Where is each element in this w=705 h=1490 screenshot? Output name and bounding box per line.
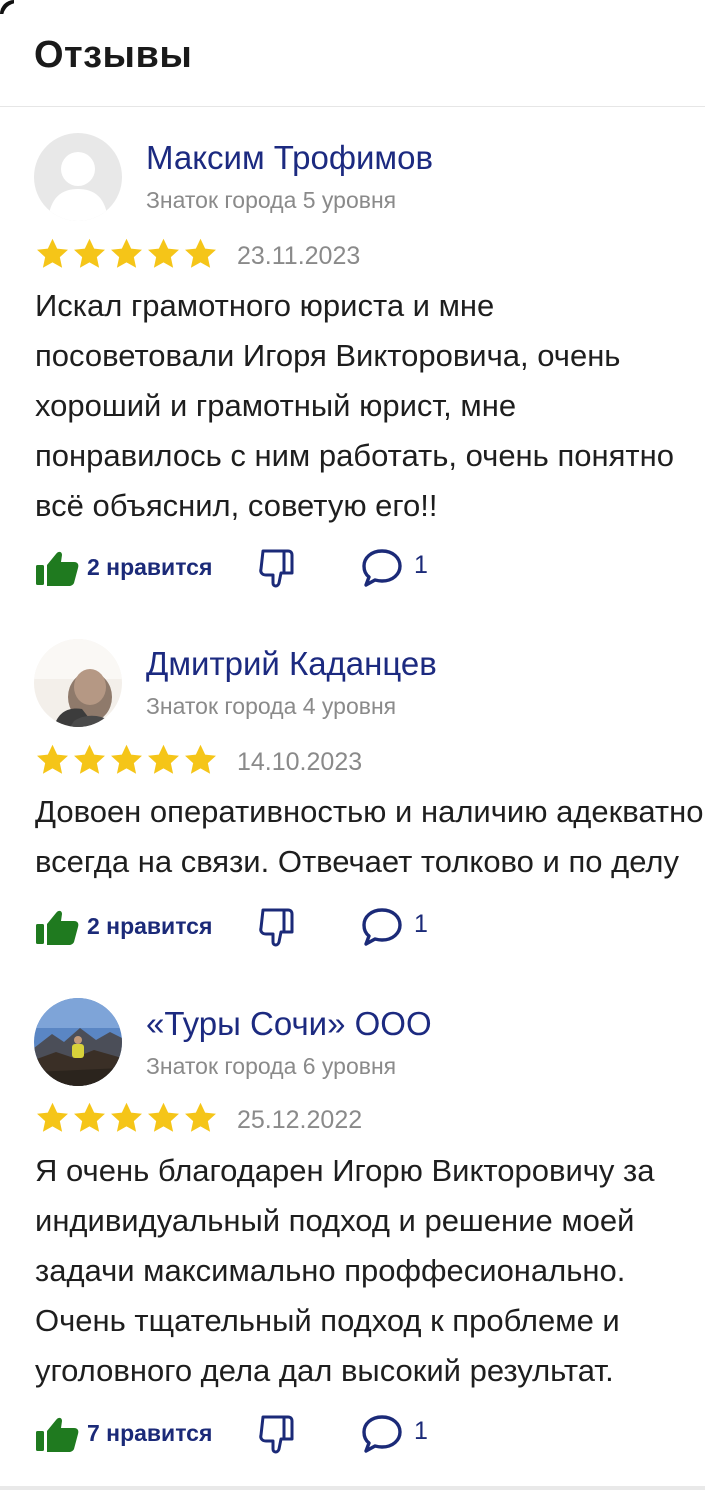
reviews-header: Отзывы	[0, 0, 705, 107]
review-text-line: Искал грамотного юриста и мне	[35, 288, 495, 323]
review-text-line: индивидуальный подход и решение моей	[35, 1203, 635, 1238]
bottom-divider	[0, 1486, 705, 1490]
star-icon	[148, 744, 179, 774]
person-photo-icon	[34, 639, 122, 727]
like-count[interactable]: 7 нравится	[87, 1420, 212, 1447]
review-text-line: всегда на связи. Отвечает толково и по д…	[35, 844, 679, 879]
review-date: 23.11.2023	[237, 242, 361, 270]
review-date: 25.12.2022	[237, 1106, 363, 1134]
star-icon	[111, 238, 142, 268]
page-title: Отзывы	[34, 34, 193, 76]
thumbs-up-icon[interactable]	[34, 1413, 80, 1453]
review-text-line: задачи максимально проффесионально.	[35, 1253, 626, 1288]
review-text-line: Я очень благодарен Игорю Викторовичу за	[35, 1153, 655, 1188]
author-level: Знаток города 4 уровня	[146, 693, 397, 719]
review-date: 14.10.2023	[237, 748, 363, 776]
thumbs-up-icon[interactable]	[34, 547, 80, 587]
like-count[interactable]: 2 нравится	[87, 554, 212, 581]
review-text: Довоен оперативностью и наличию адекватн…	[35, 787, 705, 887]
comment-count[interactable]: 1	[414, 1417, 428, 1446]
review-text-line: Очень тщательный подход к проблеме и	[35, 1303, 620, 1338]
review-text-line: посоветовали Игоря Викторовича, очень	[35, 338, 621, 373]
star-icon	[185, 1102, 216, 1132]
star-icon	[37, 1102, 68, 1132]
comment-icon[interactable]	[360, 547, 404, 589]
star-icon	[111, 1102, 142, 1132]
thumbs-down-icon[interactable]	[254, 904, 300, 950]
star-icon	[185, 238, 216, 268]
review-text-line: понравилось с ним работать, очень понятн…	[35, 438, 674, 473]
comment-icon[interactable]	[360, 906, 404, 948]
star-icon	[111, 744, 142, 774]
star-icon	[148, 238, 179, 268]
review-actions: 7 нравится 1	[34, 1409, 534, 1457]
star-icon	[74, 1102, 105, 1132]
star-icon	[37, 744, 68, 774]
mountain-photo-icon	[34, 998, 122, 1086]
rating-stars	[34, 236, 219, 272]
author-level: Знаток города 6 уровня	[146, 1053, 397, 1079]
like-count[interactable]: 2 нравится	[87, 913, 212, 940]
review-author[interactable]: Максим Трофимов	[146, 139, 433, 177]
review-actions: 2 нравится 1	[34, 543, 534, 591]
thumbs-down-icon[interactable]	[254, 1411, 300, 1457]
comment-count[interactable]: 1	[414, 551, 428, 580]
avatar[interactable]	[34, 133, 122, 221]
star-icon	[148, 1102, 179, 1132]
review-text: Искал грамотного юриста и мне посоветова…	[35, 281, 674, 531]
comment-count[interactable]: 1	[414, 910, 428, 939]
review-text-line: Довоен оперативностью и наличию адекватн…	[35, 794, 705, 829]
author-level: Знаток города 5 уровня	[146, 187, 397, 213]
avatar[interactable]	[34, 639, 122, 727]
review-text: Я очень благодарен Игорю Викторовичу за …	[35, 1146, 655, 1396]
user-placeholder-icon	[34, 133, 122, 221]
rating-stars	[34, 1100, 219, 1136]
thumbs-up-icon[interactable]	[34, 906, 80, 946]
star-icon	[74, 238, 105, 268]
review-text-line: всё объяснил, советую его!!	[35, 488, 438, 523]
review-text-line: хороший и грамотный юрист, мне	[35, 388, 517, 423]
comment-icon[interactable]	[360, 1413, 404, 1455]
star-icon	[74, 744, 105, 774]
review-author[interactable]: Дмитрий Каданцев	[146, 645, 437, 683]
review-author[interactable]: «Туры Сочи» ООО	[146, 1005, 432, 1043]
star-icon	[37, 238, 68, 268]
thumbs-down-icon[interactable]	[254, 545, 300, 591]
review-actions: 2 нравится 1	[34, 902, 534, 950]
review-text-line: уголовного дела дал высокий результат.	[35, 1353, 614, 1388]
avatar[interactable]	[34, 998, 122, 1086]
star-icon	[185, 744, 216, 774]
rating-stars	[34, 742, 219, 778]
